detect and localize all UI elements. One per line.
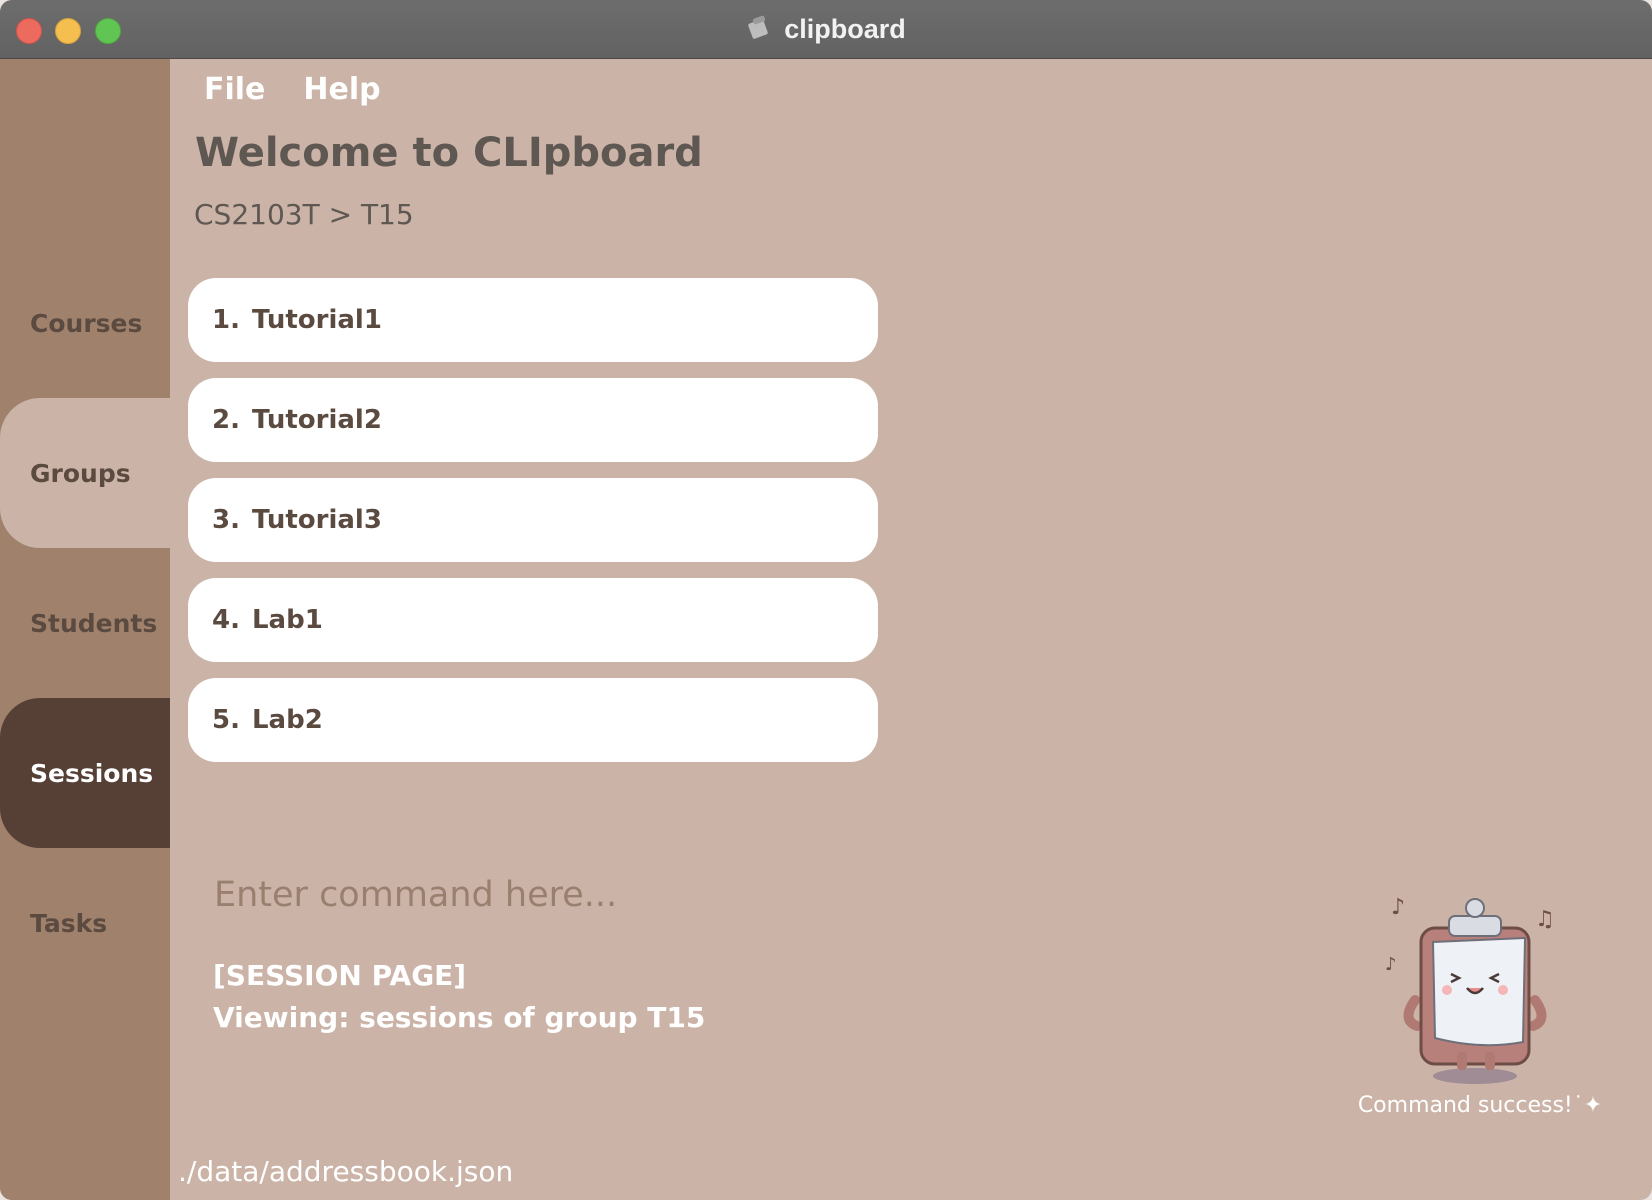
item-name: Tutorial3: [251, 505, 382, 535]
tab-label: Tasks: [30, 908, 108, 938]
list-item[interactable]: 2. Tutorial2: [188, 378, 878, 462]
menu-bar: File Help: [170, 59, 381, 119]
list-item[interactable]: 1. Tutorial1: [188, 278, 878, 362]
page-title: Welcome to CLIpboard: [195, 130, 703, 176]
item-index: 3.: [212, 505, 240, 535]
item-index: 4.: [212, 605, 240, 635]
menu-help[interactable]: Help: [303, 72, 380, 107]
result-display: [SESSION PAGE] Viewing: sessions of grou…: [213, 955, 705, 1039]
tab-sessions[interactable]: Sessions: [0, 698, 170, 848]
command-input[interactable]: [190, 860, 1350, 930]
window-title: clipboard: [784, 13, 906, 44]
list-item[interactable]: 3. Tutorial3: [188, 478, 878, 562]
svg-text:♪: ♪: [1391, 895, 1405, 920]
item-index: 5.: [212, 705, 240, 735]
tab-label: Sessions: [30, 758, 154, 788]
svg-text:♫: ♫: [1535, 907, 1555, 932]
tab-tasks[interactable]: Tasks: [0, 848, 170, 998]
list-item[interactable]: 5. Lab2: [188, 678, 878, 762]
result-line-viewing: Viewing: sessions of group T15: [213, 1001, 706, 1034]
item-index: 2.: [212, 405, 240, 435]
item-name: Lab1: [251, 605, 323, 635]
title-wrap: clipboard: [0, 0, 1652, 58]
mascot-caption: Command success!˙✦: [1357, 1093, 1603, 1118]
item-name: Lab2: [251, 705, 323, 735]
clipboard-mascot-icon: ♪ ♫ ♪: [1385, 890, 1565, 1090]
tab-label: Courses: [30, 308, 143, 338]
tab-label: Groups: [30, 458, 131, 488]
app-window: clipboard Courses Groups Students Sessio…: [0, 0, 1652, 1200]
menu-file[interactable]: File: [204, 72, 265, 107]
tab-courses[interactable]: Courses: [0, 248, 170, 398]
breadcrumb: CS2103T > T15: [194, 198, 414, 231]
tab-label: Students: [30, 608, 158, 638]
tab-groups[interactable]: Groups: [0, 398, 170, 548]
session-list: 1. Tutorial1 2. Tutorial2 3. Tutorial3 4…: [188, 278, 878, 778]
item-index: 1.: [212, 305, 240, 335]
status-file-path: ./data/addressbook.json: [178, 1155, 514, 1188]
item-name: Tutorial1: [251, 305, 382, 335]
result-line-page: [SESSION PAGE]: [213, 959, 467, 992]
item-name: Tutorial2: [251, 405, 382, 435]
tab-students[interactable]: Students: [0, 548, 170, 698]
list-item[interactable]: 4. Lab1: [188, 578, 878, 662]
app-icon: [746, 14, 772, 44]
title-bar: clipboard: [0, 0, 1652, 59]
sidebar: Courses Groups Students Sessions Tasks: [0, 59, 170, 1200]
svg-text:♪: ♪: [1385, 954, 1397, 975]
